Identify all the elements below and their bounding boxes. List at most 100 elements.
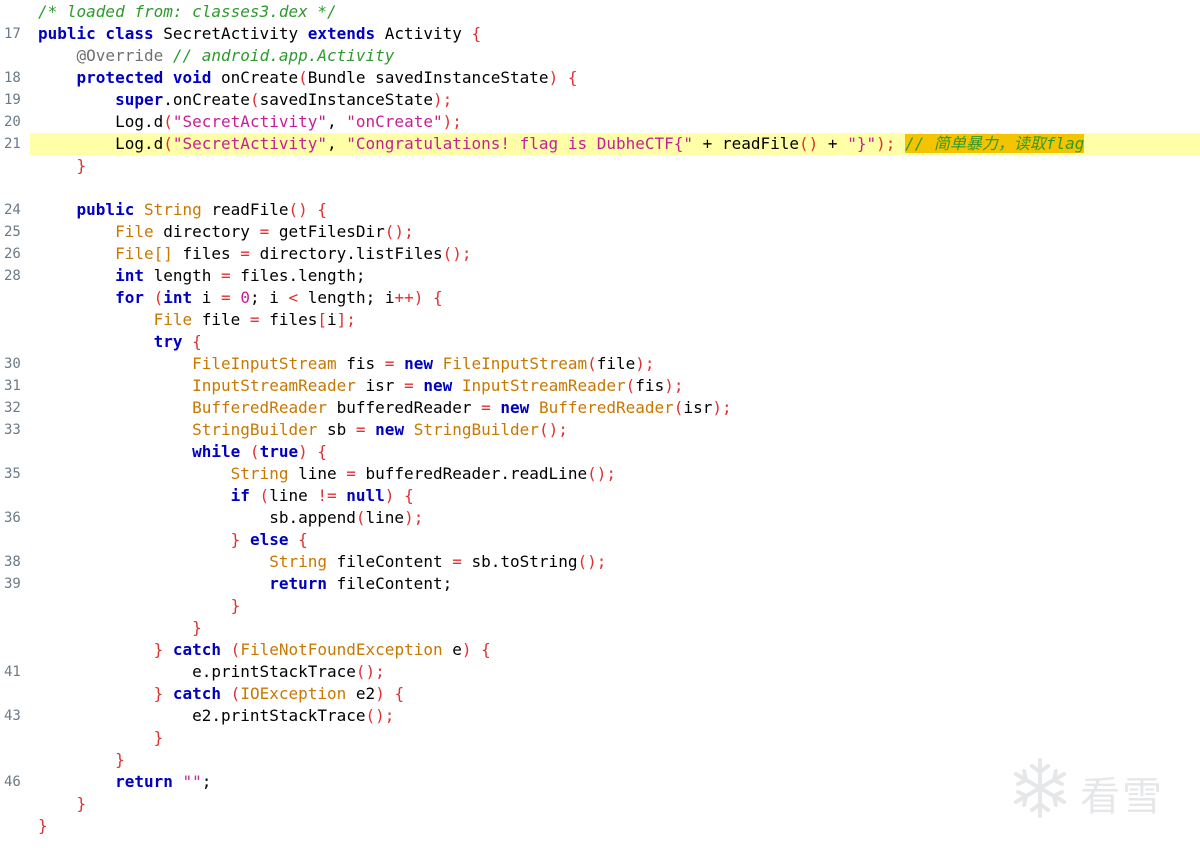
code-text: } bbox=[38, 815, 48, 837]
code-token: while bbox=[192, 442, 241, 461]
watermark-text: 看雪 bbox=[1080, 774, 1164, 820]
line-number: 18 bbox=[4, 70, 21, 86]
code-line[interactable]: 33 StringBuilder sb = new StringBuilder(… bbox=[0, 419, 1200, 441]
code-line[interactable]: 30 FileInputStream fis = new FileInputSt… bbox=[0, 353, 1200, 375]
code-line-highlighted[interactable]: 21 Log.d("SecretActivity", "Congratulati… bbox=[0, 133, 1200, 155]
code-token: fileContent bbox=[326, 552, 453, 571]
code-line[interactable]: 19 super.onCreate(savedInstanceState); bbox=[0, 89, 1200, 111]
code-line[interactable]: 28 int length = files.length; bbox=[0, 265, 1200, 287]
code-line[interactable]: } else { bbox=[0, 529, 1200, 551]
code-line[interactable]: while (true) { bbox=[0, 441, 1200, 463]
code-token: (); bbox=[577, 552, 607, 571]
code-line[interactable]: 20 Log.d("SecretActivity", "onCreate"); bbox=[0, 111, 1200, 133]
line-number: 39 bbox=[4, 576, 21, 592]
code-token: + bbox=[818, 134, 848, 153]
code-text: @Override // android.app.Activity bbox=[38, 45, 395, 67]
code-token: = bbox=[249, 310, 260, 329]
code-token: != bbox=[317, 486, 337, 505]
line-number: 38 bbox=[4, 554, 21, 570]
code-text: } bbox=[38, 155, 87, 177]
code-line[interactable]: } bbox=[0, 595, 1200, 617]
code-token: super bbox=[115, 90, 164, 109]
code-token: catch bbox=[172, 684, 222, 703]
code-text: if (line != null) { bbox=[38, 485, 414, 507]
code-token: } bbox=[76, 156, 87, 175]
code-token: ( bbox=[240, 442, 260, 461]
code-token: i bbox=[192, 288, 222, 307]
code-token: + bbox=[693, 134, 722, 153]
code-token: ; bbox=[201, 772, 212, 791]
code-token: isr bbox=[355, 376, 405, 395]
code-line[interactable]: 31 InputStreamReader isr = new InputStre… bbox=[0, 375, 1200, 397]
code-token: public bbox=[76, 200, 135, 219]
code-line[interactable]: } bbox=[0, 617, 1200, 639]
code-line[interactable]: 32 BufferedReader bufferedReader = new B… bbox=[0, 397, 1200, 419]
code-text: while (true) { bbox=[38, 441, 327, 463]
code-line[interactable]: 24 public String readFile() { bbox=[0, 199, 1200, 221]
code-token: e.printStackTrace bbox=[192, 662, 356, 681]
code-token: = bbox=[384, 354, 395, 373]
code-token: () bbox=[799, 134, 819, 153]
code-token: StringBuilder bbox=[192, 420, 318, 439]
code-token: ) { bbox=[384, 486, 414, 505]
code-token: ) { bbox=[375, 684, 405, 703]
code-token: ( bbox=[143, 288, 164, 307]
code-line[interactable]: } bbox=[0, 727, 1200, 749]
code-token: } bbox=[153, 640, 164, 659]
code-token: try bbox=[153, 332, 183, 351]
code-token: bufferedReader.readLine bbox=[355, 464, 588, 483]
code-token: extends bbox=[307, 24, 376, 43]
code-token: line bbox=[288, 464, 347, 483]
code-line[interactable]: 43 e2.printStackTrace(); bbox=[0, 705, 1200, 727]
code-line[interactable]: @Override // android.app.Activity bbox=[0, 45, 1200, 67]
code-line[interactable]: } catch (IOException e2) { bbox=[0, 683, 1200, 705]
code-token: length; i bbox=[298, 288, 395, 307]
code-token: for bbox=[115, 288, 144, 307]
code-line[interactable] bbox=[0, 177, 1200, 199]
code-token: = bbox=[240, 244, 250, 263]
code-line[interactable]: } catch (FileNotFoundException e) { bbox=[0, 639, 1200, 661]
code-line[interactable]: 18 protected void onCreate(Bundle savedI… bbox=[0, 67, 1200, 89]
code-line[interactable]: 26 File[] files = directory.listFiles(); bbox=[0, 243, 1200, 265]
code-token: "SecretActivity" bbox=[172, 112, 327, 131]
code-token: } bbox=[192, 618, 202, 637]
code-line[interactable]: 17 public class SecretActivity extends Ac… bbox=[0, 23, 1200, 45]
code-line[interactable]: if (line != null) { bbox=[0, 485, 1200, 507]
code-line[interactable]: 41 e.printStackTrace(); bbox=[0, 661, 1200, 683]
code-line[interactable]: 25 File directory = getFilesDir(); bbox=[0, 221, 1200, 243]
code-line[interactable]: 36 sb.append(line); bbox=[0, 507, 1200, 529]
code-token: ) { bbox=[461, 640, 491, 659]
code-token: InputStreamReader bbox=[192, 376, 356, 395]
code-token: (); bbox=[538, 420, 568, 439]
code-token: bufferedReader bbox=[326, 398, 482, 417]
code-line[interactable]: } bbox=[0, 155, 1200, 177]
code-line[interactable]: 35 String line = bufferedReader.readLine… bbox=[0, 463, 1200, 485]
code-token: FileInputStream bbox=[442, 354, 588, 373]
code-line[interactable]: for (int i = 0; i < length; i++) { bbox=[0, 287, 1200, 309]
code-token: catch bbox=[172, 640, 222, 659]
code-editor[interactable]: /* loaded from: classes3.dex */ 17 public … bbox=[0, 1, 1200, 837]
code-text: Log.d("SecretActivity", "onCreate"); bbox=[38, 111, 462, 133]
code-line[interactable]: 39 return fileContent; bbox=[0, 573, 1200, 595]
code-line[interactable]: 38 String fileContent = sb.toString(); bbox=[0, 551, 1200, 573]
code-line[interactable]: /* loaded from: classes3.dex */ bbox=[0, 1, 1200, 23]
code-token: = bbox=[355, 420, 366, 439]
code-line[interactable]: File file = files[i]; bbox=[0, 309, 1200, 331]
code-line[interactable]: try { bbox=[0, 331, 1200, 353]
code-token: String bbox=[230, 464, 289, 483]
code-token: e bbox=[442, 640, 462, 659]
line-number: 31 bbox=[4, 378, 21, 394]
